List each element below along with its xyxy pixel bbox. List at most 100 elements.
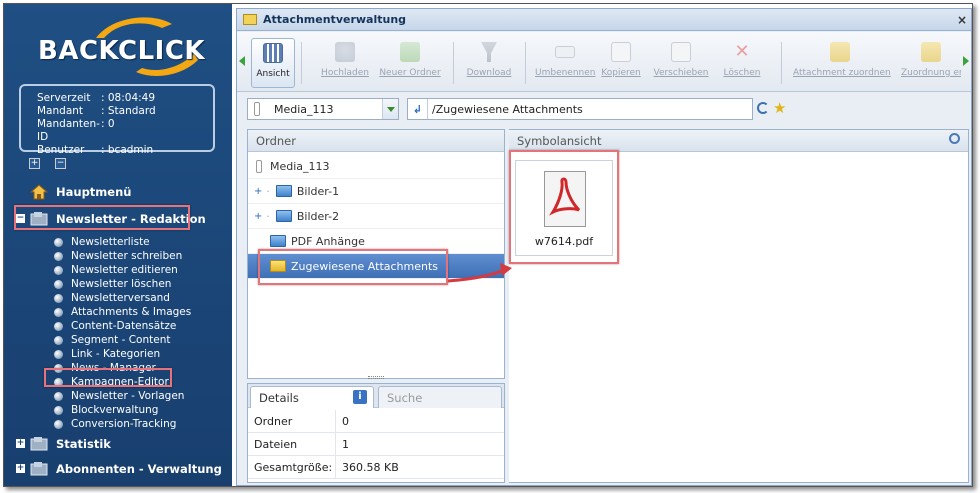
info-row-serverzeit: Serverzeit: 08:04:49 [37,92,156,104]
bullet-icon [54,307,63,317]
nav-statistik-label: Statistik [56,437,111,451]
nav-hauptmenu-label: Hauptmenü [56,185,132,199]
unassign-attachment-icon [921,42,941,62]
toolbar-separator [525,42,526,84]
collapse-icon[interactable]: − [16,214,25,223]
toolbar-zuordnung-entfernen-button[interactable]: Zuordnung ent [901,38,961,88]
folder-panel-header: Ordner [248,130,504,152]
media-select-value: Media_113 [274,102,334,116]
nav-statistik[interactable]: + Statistik [16,436,111,452]
expand-icon[interactable]: + [254,186,262,197]
bullet-icon [54,293,63,303]
favorite-star-icon[interactable]: ★ [773,100,786,116]
symbol-view-header: Symbolansicht [509,130,968,152]
media-icon [254,102,260,116]
dropdown-arrow-icon[interactable] [382,99,398,119]
subnav-item-news-manager[interactable]: News - Manager [54,361,191,375]
info-row-benutzer: Benutzer: bcadmin [37,144,154,156]
toolbar-download-button[interactable]: Download [463,38,515,88]
path-value: /Zugewiesene Attachments [432,102,583,116]
bullet-icon [54,265,63,275]
bullet-icon [54,377,63,387]
toolbar: Ansicht Hochladen Neuer Ordner Download … [237,32,971,92]
subnav-item-newsletter-loeschen[interactable]: Newsletter löschen [54,277,191,291]
subnav-item-newsletter-vorlagen[interactable]: Newsletter - Vorlagen [54,389,191,403]
info-icon[interactable]: i [353,390,367,404]
bullet-icon [54,363,63,373]
subnav-item-newsletter-schreiben[interactable]: Newsletter schreiben [54,249,191,263]
file-item[interactable]: w7614.pdf [515,160,613,256]
detail-row-dateien: Dateien 1 [248,433,504,456]
nav-hauptmenu[interactable]: Hauptmenü [29,184,132,200]
tree-root[interactable]: Media_113 [248,154,504,179]
subnav-item-newsletterversand[interactable]: Newsletterversand [54,291,191,305]
nav-newsletter-label: Newsletter - Redaktion [56,212,206,226]
tree-item-bilder-2[interactable]: + · Bilder-2 [248,204,504,229]
media-select[interactable]: Media_113 [247,98,399,120]
tree-item-bilder-1[interactable]: + · Bilder-1 [248,179,504,204]
refresh-icon[interactable] [757,102,769,114]
subnav-item-segment-content[interactable]: Segment - Content [54,333,191,347]
tab-details[interactable]: Details i [250,386,374,408]
nav-newsletter-redaktion[interactable]: − Newsletter - Redaktion [16,211,206,227]
detail-row-ordner: Ordner 0 [248,410,504,433]
close-button[interactable]: × [957,14,967,26]
nav-abonnenten-verwaltung[interactable]: + Abonnenten - Verwaltung [16,461,222,477]
newsletter-submenu: Newsletterliste Newsletter schreiben New… [54,235,191,431]
server-info-box: Serverzeit: 08:04:49 Mandant: Standard M… [19,84,215,156]
subnav-item-link-kategorien[interactable]: Link - Kategorien [54,347,191,361]
bullet-icon [54,349,63,359]
zoom-icon[interactable] [949,133,960,144]
expand-icon[interactable]: + [254,211,262,222]
info-row-mandant: Mandant: Standard [37,105,156,117]
path-field[interactable]: ↲ /Zugewiesene Attachments [407,98,753,120]
subnav-item-kampagnen-editor[interactable]: Kampagnen-Editor [54,375,191,389]
newsletter-folder-icon [30,211,48,227]
bullet-icon [54,279,63,289]
details-tabs: Details i Suche [248,384,504,408]
toolbar-kopieren-button[interactable]: Kopieren [599,38,643,88]
download-funnel-icon [481,42,497,62]
view-grid-icon [263,43,283,63]
toolbar-separator [301,42,302,84]
folder-up-icon[interactable]: ↲ [408,99,428,119]
tree-item-pdf-anhaenge[interactable]: PDF Anhänge [248,229,504,254]
collapse-all-button[interactable]: − [55,158,66,169]
toolbar-neuer-ordner-button[interactable]: Neuer Ordner [379,38,441,88]
toolbar-attachment-zuordnen-button[interactable]: Attachment zuordnen [793,38,891,88]
toolbar-hochladen-button[interactable]: Hochladen [317,38,373,88]
home-icon [29,184,49,200]
expand-icon[interactable]: + [16,464,25,473]
attachment-window: Attachmentverwaltung × Ansicht Hochladen… [236,8,972,486]
subnav-item-newsletterliste[interactable]: Newsletterliste [54,235,191,249]
upload-icon [335,42,355,62]
subnav-item-content-datensaetze[interactable]: Content-Datensätze [54,319,191,333]
new-folder-icon [400,42,420,62]
assigned-folder-icon [270,260,286,272]
bullet-icon [54,391,63,401]
path-bar: Media_113 ↲ /Zugewiesene Attachments ★ [237,93,971,125]
subnav-item-attachments-images[interactable]: Attachments & Images [54,305,191,319]
subnav-item-blockverwaltung[interactable]: Blockverwaltung [54,403,191,417]
splitter-handle[interactable] [368,376,384,379]
expand-all-button[interactable]: + [29,158,40,169]
media-icon [256,159,262,173]
toolbar-scroll-left-icon[interactable] [239,56,245,66]
tab-suche[interactable]: Suche [378,386,502,408]
toolbar-loeschen-button[interactable]: ✕ Löschen [719,38,765,88]
rename-icon [555,46,575,58]
subnav-item-conversion-tracking[interactable]: Conversion-Tracking [54,417,191,431]
toolbar-verschieben-button[interactable]: Verschieben [651,38,711,88]
nav-abonnenten-label: Abonnenten - Verwaltung [56,462,222,476]
toolbar-ansicht-button[interactable]: Ansicht [251,38,295,88]
window-title: Attachmentverwaltung [263,13,407,26]
sidebar: BACKCLICK Serverzeit: 08:04:49 Mandant: … [4,4,232,486]
subnav-item-newsletter-editieren[interactable]: Newsletter editieren [54,263,191,277]
move-icon [671,42,691,62]
toolbar-separator [453,42,454,84]
bullet-icon [54,251,63,261]
toolbar-scroll-right-icon[interactable] [963,56,969,66]
toolbar-umbenennen-button[interactable]: Umbenennen [535,38,596,88]
expand-icon[interactable]: + [16,439,25,448]
bullet-icon [54,237,63,247]
